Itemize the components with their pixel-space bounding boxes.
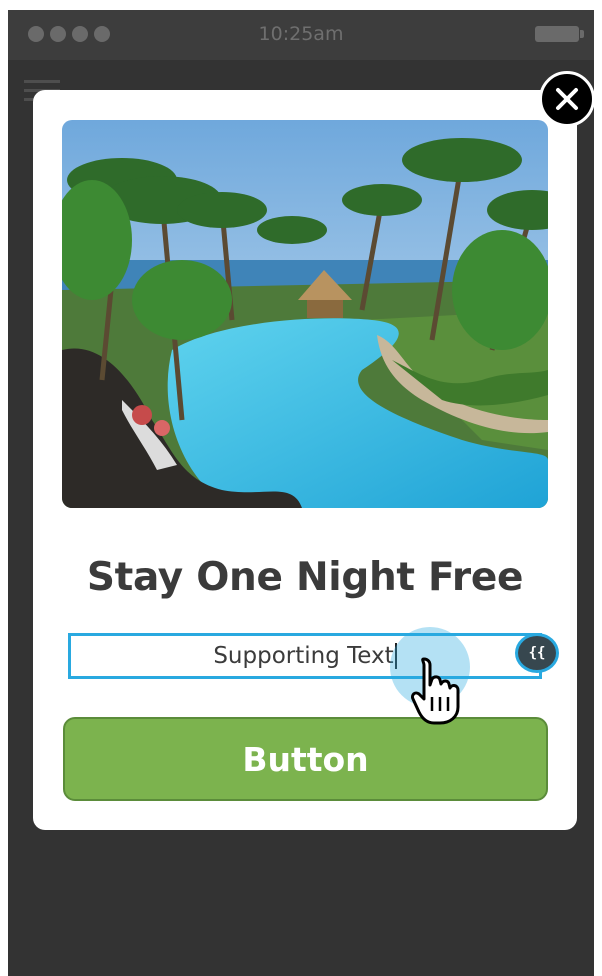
cta-button[interactable]: Button <box>63 717 548 801</box>
supporting-text: Supporting Text <box>213 643 394 669</box>
close-button[interactable] <box>539 71 595 127</box>
supporting-text-field[interactable]: Supporting Text <box>68 633 542 679</box>
status-time: 10:25am <box>258 23 344 45</box>
merge-tag-button[interactable]: {{ <box>515 633 559 673</box>
status-bar: 10:25am <box>8 10 594 60</box>
headline[interactable]: Stay One Night Free <box>33 555 577 600</box>
battery-icon <box>535 26 584 42</box>
hand-pointer-icon <box>410 655 470 732</box>
resort-pool-photo <box>62 120 548 508</box>
close-icon <box>556 88 578 110</box>
